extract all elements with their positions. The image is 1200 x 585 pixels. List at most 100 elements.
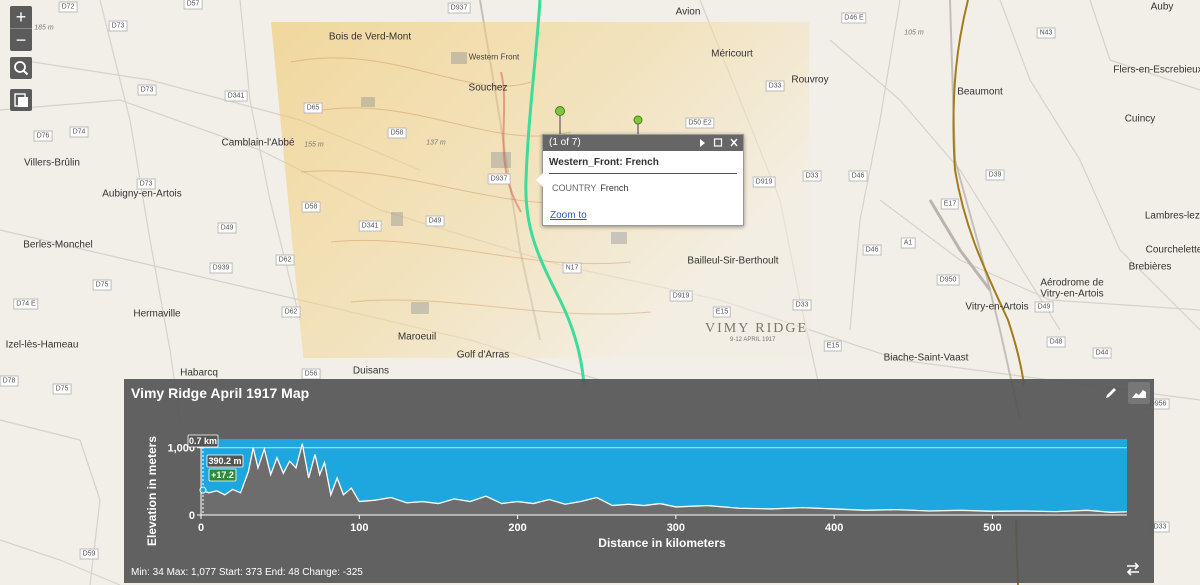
- route-brown: [952, 0, 1025, 386]
- elevation-label: 105 m: [904, 29, 924, 37]
- road-label: D950: [936, 274, 960, 286]
- y-axis-title: Elevation in meters: [145, 436, 159, 546]
- hover-point: [199, 486, 207, 494]
- place-label: Habarcq: [180, 367, 218, 379]
- place-label: Duisans: [352, 365, 390, 377]
- place-label: Camblain-l'Abbé: [221, 137, 295, 149]
- road-label: D33: [802, 170, 822, 182]
- place-label: Auby: [1150, 1, 1174, 13]
- popup-field-name: COUNTRY: [552, 183, 597, 193]
- place-label: Villers-Brûlin: [24, 157, 80, 169]
- layers-icon: [14, 93, 28, 107]
- road-label: D58: [301, 201, 321, 213]
- place-label: Biache-Saint-Vaast: [883, 352, 969, 364]
- zoom-to-link[interactable]: Zoom to: [550, 210, 587, 221]
- road-label: E15: [823, 340, 843, 352]
- road-label: D73: [137, 84, 157, 96]
- road-label: D939: [209, 262, 233, 274]
- zoom-in-button[interactable]: +: [10, 6, 32, 28]
- popup-title: Western_Front: French: [549, 157, 737, 174]
- road-label: D49: [217, 222, 237, 234]
- road-label: N17: [562, 262, 582, 274]
- road-label: D46: [862, 244, 882, 256]
- place-label: Courchelette: [1145, 244, 1200, 256]
- place-label: Aubigny-en-Artois: [102, 188, 182, 200]
- place-label: Hermaville: [133, 308, 181, 320]
- place-label: Golf d'Arras: [456, 349, 510, 361]
- road-label: D56: [301, 368, 321, 380]
- elevation-profile-panel: Vimy Ridge April 1917 Map Elevation in m…: [124, 379, 1154, 583]
- road-label: D49: [425, 215, 445, 227]
- place-label: Souchez: [468, 82, 508, 94]
- road-label: D62: [281, 306, 301, 318]
- elevation-label: 137 m: [426, 139, 446, 147]
- search-icon: [14, 61, 29, 76]
- basemap-button[interactable]: [10, 89, 32, 111]
- x-tick-label: 100: [350, 522, 368, 534]
- x-tick-label: 200: [508, 522, 526, 534]
- swap-direction-icon[interactable]: [1124, 562, 1142, 576]
- place-label: Lambres-lez-: [1144, 210, 1200, 222]
- y-tick-label: 0: [189, 510, 195, 522]
- place-label: Brebières: [1128, 261, 1172, 273]
- road-label: E15: [712, 306, 732, 318]
- elevation-stats: Min: 34 Max: 1,077 Start: 373 End: 48 Ch…: [131, 567, 363, 578]
- road-label: E17: [940, 198, 960, 210]
- place-label: Berles-Monchel: [23, 239, 93, 251]
- feature-popup: (1 of 7) Western_Front: French COUNTRY Fr…: [536, 134, 744, 226]
- zoom-out-button[interactable]: −: [10, 29, 32, 51]
- place-label: Bailleul-Sir-Berthoult: [687, 255, 779, 267]
- place-label: Méricourt: [711, 48, 753, 60]
- place-label: Aérodrome de: [1040, 277, 1104, 289]
- search-button[interactable]: [10, 57, 32, 79]
- road-label: D33: [765, 80, 785, 92]
- road-label: N43: [1036, 27, 1056, 39]
- x-axis-title: Distance in kilometers: [598, 536, 726, 550]
- road-label: D937: [447, 2, 471, 14]
- road-label: D73: [136, 178, 156, 190]
- popup-header: (1 of 7): [543, 135, 743, 151]
- place-label: Vitry-en-Artois: [1040, 288, 1104, 300]
- maximize-icon[interactable]: [713, 135, 723, 151]
- elevation-chart[interactable]: Elevation in meters Distance in kilomete…: [124, 379, 1154, 583]
- elevation-label: 155 m: [304, 141, 324, 149]
- road-label: D65: [303, 102, 323, 114]
- road-label: D78: [0, 375, 19, 387]
- road-label: D75: [92, 279, 112, 291]
- road-label: D73: [108, 20, 128, 32]
- place-label: Flers-en-Escrebieux: [1113, 64, 1200, 76]
- hover-badge-label: +17.2: [211, 470, 234, 480]
- road-label: D48: [1046, 336, 1066, 348]
- hover-badge-label: 390.2 m: [208, 456, 241, 466]
- road-label: D341: [358, 220, 382, 232]
- road-label: D49: [1034, 301, 1054, 313]
- road-label: D919: [669, 290, 693, 302]
- popup-pointer: [536, 173, 543, 187]
- place-label: Izel-lès-Hameau: [5, 339, 79, 351]
- road-label: D57: [183, 0, 203, 10]
- next-feature-icon[interactable]: [698, 135, 707, 151]
- road-label: D39: [985, 169, 1005, 181]
- close-icon[interactable]: [729, 135, 739, 151]
- place-label: Maroeuil: [397, 331, 437, 343]
- road-label: D341: [224, 90, 248, 102]
- road-label: D46 E: [841, 12, 867, 24]
- road-label: D46: [848, 170, 868, 182]
- popup-counter: (1 of 7): [549, 137, 581, 148]
- popup-field-row: COUNTRY French: [552, 183, 734, 193]
- place-label: Beaumont: [957, 86, 1003, 98]
- popup-field-value: French: [600, 183, 629, 193]
- road-label: D919: [752, 176, 776, 188]
- x-tick-label: 300: [667, 522, 685, 534]
- elevation-label: 185 m: [34, 24, 54, 32]
- road-label: D75: [52, 383, 72, 395]
- road-label: D33: [792, 299, 812, 311]
- road-label: D44: [1092, 347, 1112, 359]
- zoom-control: + −: [10, 6, 32, 51]
- road-label: D937: [487, 173, 511, 185]
- x-tick-label: 500: [983, 522, 1001, 534]
- road-label: D59: [79, 548, 99, 560]
- road-label: D58: [387, 127, 407, 139]
- x-tick-label: 0: [198, 522, 204, 534]
- place-label: Rouvroy: [791, 74, 829, 86]
